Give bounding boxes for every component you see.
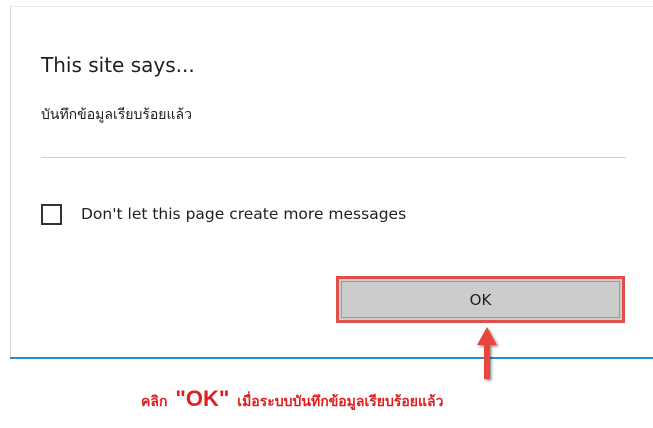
annotation-click-text: คลิก bbox=[141, 394, 168, 410]
suppress-messages-checkbox-row[interactable]: Don't let this page create more messages bbox=[41, 201, 406, 227]
annotation-description-text: เมื่อระบบบันทึกข้อมูลเรียบร้อยแล้ว bbox=[237, 394, 444, 410]
dialog-title: This site says... bbox=[41, 53, 195, 77]
annotation-ok-text: "OK" bbox=[175, 386, 230, 411]
dialog-bottom-accent-line bbox=[10, 357, 653, 359]
dialog-divider bbox=[41, 157, 626, 158]
arrow-up-icon bbox=[477, 327, 497, 379]
checkbox-label[interactable]: Don't let this page create more messages bbox=[81, 205, 406, 223]
dialog-message: บันทึกข้อมูลเรียบร้อยแล้ว bbox=[41, 107, 192, 123]
ok-button[interactable]: OK bbox=[336, 276, 625, 323]
ok-button-label[interactable]: OK bbox=[470, 291, 492, 309]
checkbox-unchecked-icon[interactable] bbox=[41, 203, 62, 225]
instruction-annotation: คลิก "OK" เมื่อระบบบันทึกข้อมูลเรียบร้อย… bbox=[141, 386, 443, 412]
